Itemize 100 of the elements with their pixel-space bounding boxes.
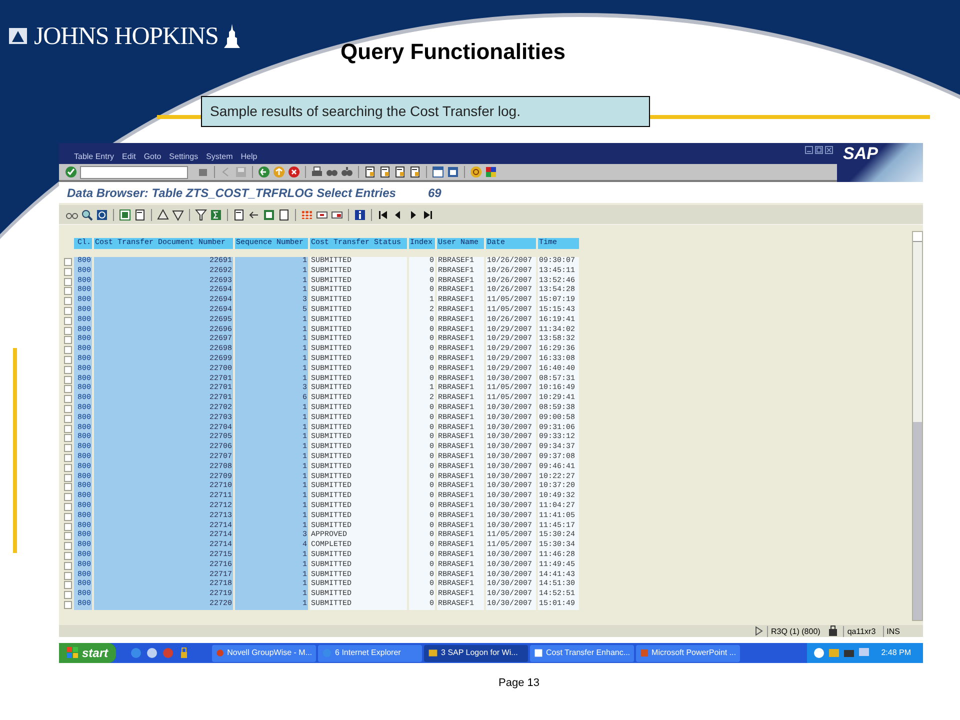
- row-checkbox[interactable]: [64, 297, 72, 306]
- logo-text: JOHNS HOPKINS: [34, 24, 218, 48]
- maximize-button[interactable]: [815, 146, 823, 154]
- page-icon[interactable]: [134, 208, 146, 220]
- info-icon[interactable]: [354, 208, 366, 220]
- row-checkbox[interactable]: [64, 306, 72, 315]
- close-button[interactable]: [825, 146, 833, 154]
- taskbar-button[interactable]: Microsoft PowerPoint ...: [636, 644, 740, 662]
- grid-icon[interactable]: [301, 208, 313, 220]
- row-checkbox[interactable]: [64, 366, 72, 374]
- row-checkbox[interactable]: [64, 404, 72, 413]
- row-checkbox[interactable]: [64, 336, 72, 344]
- row-checkbox[interactable]: [64, 512, 72, 521]
- row-checkbox[interactable]: [64, 474, 72, 482]
- first-page-icon[interactable]: [377, 208, 389, 220]
- menu-item[interactable]: System: [206, 151, 233, 163]
- app-icon: [640, 647, 649, 659]
- row-checkbox[interactable]: [64, 278, 72, 286]
- row-checkbox[interactable]: [64, 493, 72, 502]
- app-icon: [216, 647, 224, 659]
- minimize-button[interactable]: [805, 146, 813, 154]
- taskbar-button[interactable]: Novell GroupWise - M...: [212, 644, 316, 662]
- filter-icon[interactable]: [195, 208, 207, 220]
- app-icon: [428, 647, 438, 659]
- sort-ascending-icon[interactable]: [157, 208, 169, 220]
- taskbar-button[interactable]: Cost Transfer Enhanc...: [530, 644, 634, 662]
- row-checkbox[interactable]: [64, 346, 72, 354]
- row-checkbox[interactable]: [64, 326, 72, 335]
- row-checkbox[interactable]: [64, 395, 72, 404]
- row-checkbox[interactable]: [64, 424, 72, 433]
- start-button[interactable]: start: [59, 643, 116, 663]
- tray-icon[interactable]: [828, 647, 840, 659]
- menu-item[interactable]: Edit: [122, 151, 136, 163]
- up-icon[interactable]: [273, 166, 285, 178]
- menu-item[interactable]: Table Entry: [74, 151, 114, 163]
- triangle-icon[interactable]: [752, 625, 763, 637]
- taskbar-button[interactable]: 3 SAP Logon for Wi...: [424, 644, 528, 662]
- row-checkbox[interactable]: [64, 454, 72, 462]
- window-icon[interactable]: [432, 166, 444, 178]
- sort-descending-icon[interactable]: [172, 208, 184, 220]
- row-checkbox[interactable]: [64, 532, 72, 540]
- row-checkbox[interactable]: [64, 542, 72, 550]
- caption-text: Sample results of searching the Cost Transfer log.: [210, 102, 520, 121]
- save-icon[interactable]: [235, 166, 247, 178]
- status-field: INS: [882, 626, 903, 636]
- scrollbar[interactable]: [912, 231, 923, 621]
- page-icon[interactable]: [233, 208, 245, 220]
- menu-item[interactable]: Settings: [169, 151, 198, 163]
- tray-icon[interactable]: [858, 647, 870, 659]
- row-checkbox[interactable]: [64, 552, 72, 560]
- tray-icon[interactable]: [813, 647, 826, 659]
- sap-logo: SAP: [843, 145, 878, 162]
- row-checkbox[interactable]: [64, 464, 72, 472]
- sum-icon[interactable]: [210, 208, 222, 220]
- page-icon[interactable]: [379, 166, 391, 178]
- command-field[interactable]: [80, 166, 188, 178]
- lock-icon[interactable]: [827, 625, 840, 637]
- row-checkbox[interactable]: [64, 483, 72, 492]
- layout-icon[interactable]: [316, 208, 328, 220]
- row-checkbox[interactable]: [64, 600, 72, 609]
- row-checkbox[interactable]: [64, 316, 72, 325]
- row-checkbox[interactable]: [64, 376, 72, 384]
- row-checkbox[interactable]: [64, 522, 72, 531]
- row-checkbox[interactable]: [64, 581, 72, 590]
- row-checkbox[interactable]: [64, 385, 72, 394]
- magnifier-icon[interactable]: [81, 208, 93, 220]
- last-page-icon[interactable]: [422, 208, 434, 220]
- windows-logo-icon: [67, 647, 79, 659]
- arrow-icon[interactable]: [248, 208, 260, 220]
- window-icon[interactable]: [447, 166, 459, 178]
- menu-item[interactable]: Goto: [144, 151, 162, 163]
- tray-icon[interactable]: [843, 647, 856, 659]
- check-icon[interactable]: [65, 166, 77, 178]
- clock: 2:48 PM: [881, 647, 911, 659]
- page-icon[interactable]: [409, 166, 421, 178]
- row-checkbox[interactable]: [64, 287, 72, 296]
- row-checkbox[interactable]: [64, 268, 72, 276]
- row-checkbox[interactable]: [64, 444, 72, 452]
- row-checkbox[interactable]: [64, 356, 72, 364]
- palette-icon[interactable]: [485, 166, 497, 178]
- page-icon[interactable]: [278, 208, 290, 220]
- printer-icon[interactable]: [311, 166, 323, 178]
- back-icon[interactable]: [258, 166, 270, 178]
- cancel-icon[interactable]: [288, 166, 300, 178]
- layout-icon[interactable]: [331, 208, 343, 220]
- page-icon[interactable]: [394, 166, 406, 178]
- row-checkbox[interactable]: [64, 414, 72, 423]
- menu-item[interactable]: Help: [240, 151, 258, 163]
- row-checkbox[interactable]: [64, 502, 72, 511]
- row-checkbox[interactable]: [64, 591, 72, 600]
- status-field: qa11xr3: [843, 626, 879, 636]
- row-checkbox[interactable]: [64, 258, 72, 266]
- taskbar-button[interactable]: 6 Internet Explorer: [318, 644, 422, 662]
- entry-count: 69: [428, 184, 442, 202]
- slide-title: Query Functionalities: [340, 41, 566, 63]
- row-checkbox[interactable]: [64, 572, 72, 580]
- page-icon[interactable]: [364, 166, 376, 178]
- dropdown-icon[interactable]: [197, 166, 209, 178]
- row-checkbox[interactable]: [64, 562, 72, 570]
- row-checkbox[interactable]: [64, 434, 72, 442]
